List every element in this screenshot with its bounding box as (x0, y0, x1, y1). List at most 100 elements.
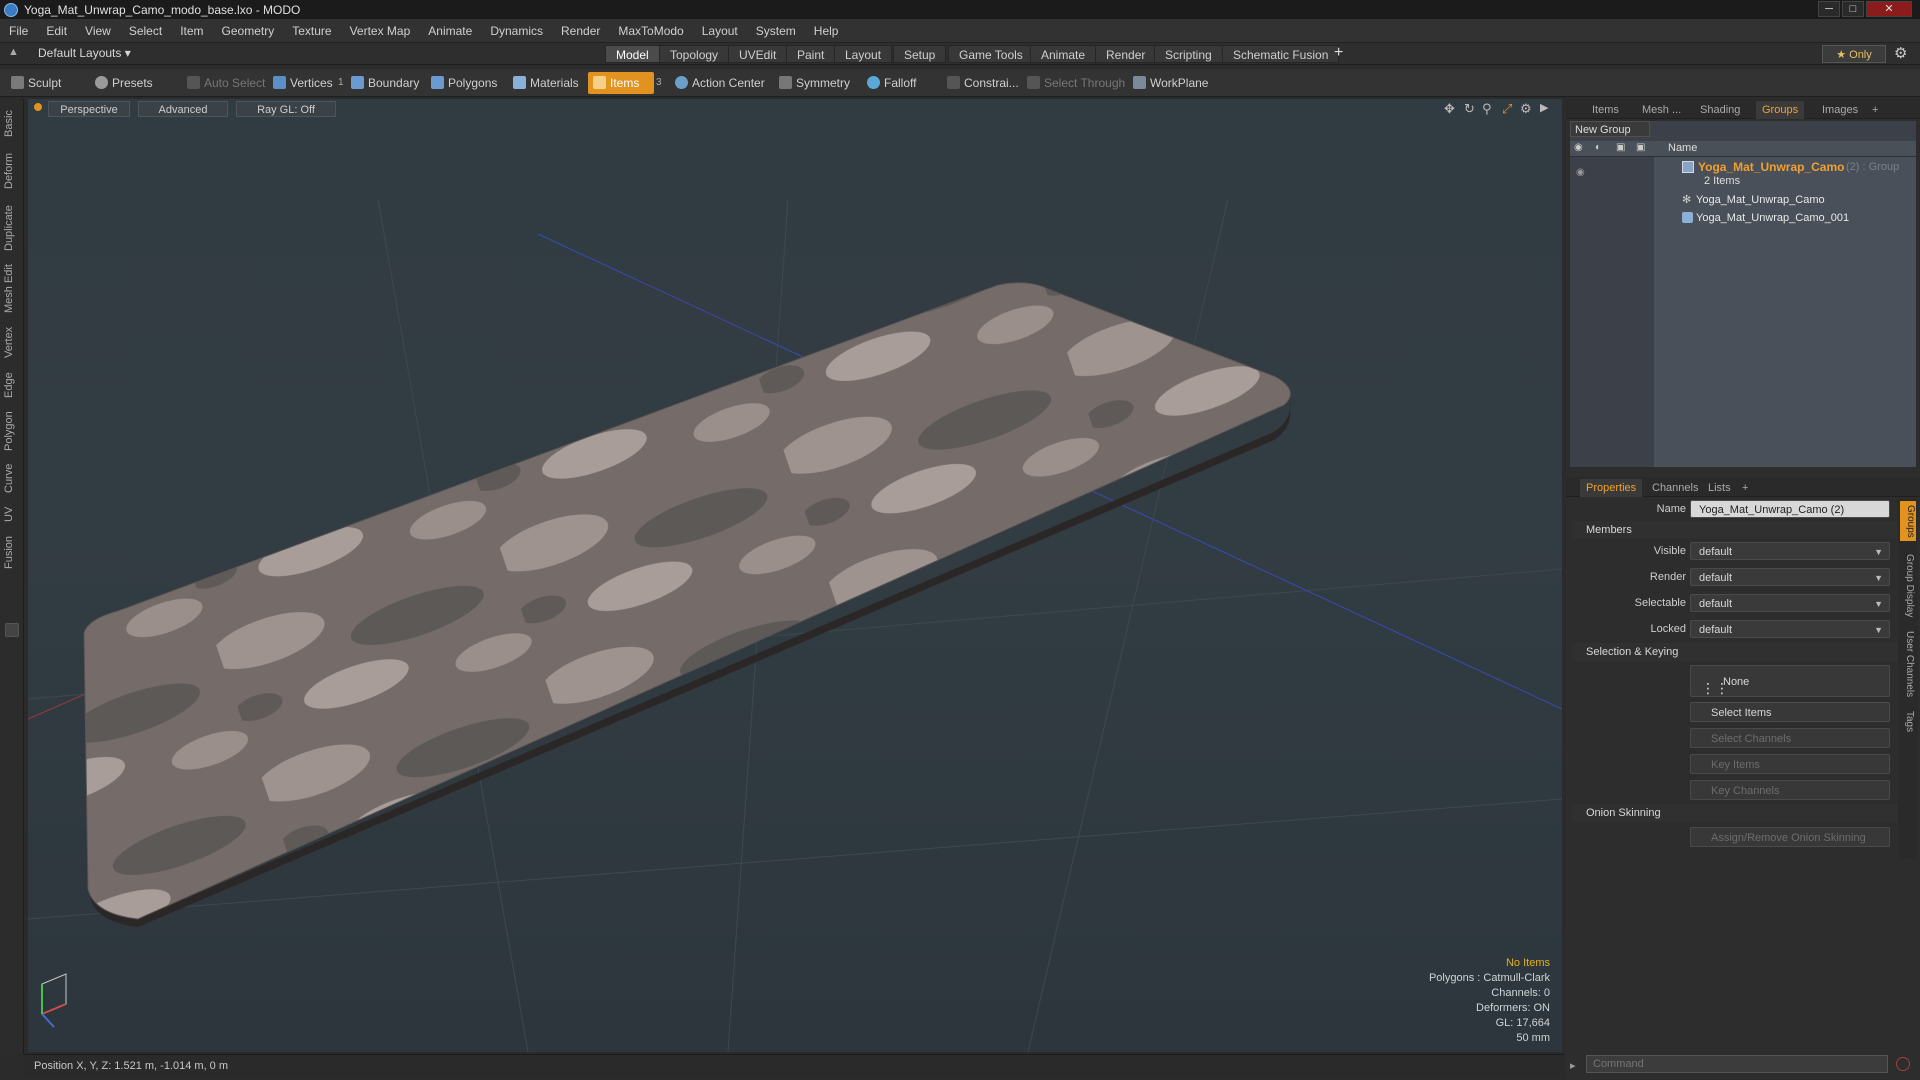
sculpt-button[interactable]: Sculpt (6, 72, 67, 94)
menu-system[interactable]: System (747, 24, 805, 38)
tab-shading[interactable]: Shading (1694, 101, 1746, 119)
close-button[interactable]: ✕ (1866, 1, 1912, 17)
selection-keying-section[interactable]: Selection & Keying (1572, 643, 1912, 661)
tab-topology[interactable]: Topology (659, 45, 730, 63)
yoga-mat-mesh[interactable] (83, 282, 1291, 920)
add-properties-tab-button[interactable]: + (1736, 479, 1754, 497)
minimize-button[interactable]: ─ (1818, 1, 1840, 17)
select-items-button[interactable]: Select Items (1690, 702, 1890, 722)
vtab-polygon[interactable]: Polygon (3, 407, 21, 455)
group-row[interactable]: ◉ Yoga_Mat_Unwrap_Camo (2) : Group 2 Ite… (1570, 159, 1916, 189)
none-selection-set[interactable]: ⋮⋮ None (1690, 665, 1890, 697)
vtab-curve[interactable]: Curve (3, 459, 21, 497)
vtab-basic[interactable]: Basic (3, 105, 21, 143)
rotate-view-icon[interactable]: ↻ (1464, 101, 1475, 117)
menu-item[interactable]: Item (171, 24, 212, 38)
render-dropdown[interactable]: default ▼ (1690, 568, 1890, 586)
select-channels-button[interactable]: Select Channels (1690, 728, 1890, 748)
3d-viewport[interactable]: No Items Polygons : Catmull-Clark Channe… (28, 99, 1562, 1052)
side-tab-group-display[interactable]: Group Display (1901, 551, 1915, 621)
tab-render[interactable]: Render (1095, 45, 1157, 63)
tab-mesh[interactable]: Mesh ... (1636, 101, 1687, 119)
vtab-deform[interactable]: Deform (3, 147, 21, 195)
vtab-duplicate[interactable]: Duplicate (3, 199, 21, 257)
vertices-button[interactable]: Vertices (268, 72, 339, 94)
visibility-eye-icon[interactable]: ◉ (1576, 167, 1585, 178)
menu-maxtomodo[interactable]: MaxToModo (609, 24, 692, 38)
menu-vertex-map[interactable]: Vertex Map (341, 24, 420, 38)
vtab-uv[interactable]: UV (3, 501, 21, 527)
tab-items[interactable]: Items (1586, 101, 1625, 119)
side-tab-groups[interactable]: Groups (1900, 501, 1916, 541)
tab-scripting[interactable]: Scripting (1154, 45, 1223, 63)
presets-button[interactable]: Presets (90, 72, 159, 94)
selectable-dropdown[interactable]: default ▼ (1690, 594, 1890, 612)
onion-skinning-section[interactable]: Onion Skinning (1572, 804, 1912, 822)
vtab-edge[interactable]: Edge (3, 367, 21, 403)
materials-button[interactable]: Materials (508, 72, 585, 94)
fit-view-icon[interactable]: ⤢ (1502, 101, 1512, 117)
key-items-button[interactable]: Key Items (1690, 754, 1890, 774)
list-item[interactable]: ✻ Yoga_Mat_Unwrap_Camo (1654, 191, 1916, 209)
command-input[interactable] (1586, 1055, 1888, 1073)
tab-game-tools[interactable]: Game Tools (948, 45, 1034, 63)
raygl-button[interactable]: Ray GL: Off (236, 101, 336, 117)
polygons-button[interactable]: Polygons (426, 72, 503, 94)
select-through-button[interactable]: Select Through (1022, 72, 1131, 94)
side-tab-tags[interactable]: Tags (1901, 707, 1915, 737)
move-view-icon[interactable]: ✥ (1444, 101, 1455, 117)
side-tab-user-channels[interactable]: User Channels (1901, 627, 1915, 701)
auto-select-button[interactable]: Auto Select (182, 72, 271, 94)
constraints-button[interactable]: Constrai... (942, 72, 1025, 94)
items-button[interactable]: Items (588, 72, 654, 94)
tab-channels[interactable]: Channels (1646, 479, 1704, 497)
assign-onion-skinning-button[interactable]: Assign/Remove Onion Skinning (1690, 827, 1890, 847)
gear-icon[interactable]: ⚙ (1894, 44, 1907, 62)
vtab-fusion[interactable]: Fusion (3, 531, 21, 573)
menu-edit[interactable]: Edit (37, 24, 76, 38)
tab-model[interactable]: Model (605, 45, 660, 63)
default-layouts-dropdown[interactable]: Default Layouts ▾ (38, 46, 131, 60)
workplane-button[interactable]: WorkPlane (1128, 72, 1214, 94)
collapse-icon[interactable]: ▲ (8, 46, 19, 58)
menu-dynamics[interactable]: Dynamics (481, 24, 552, 38)
menu-file[interactable]: File (0, 24, 37, 38)
vtab-mesh-edit[interactable]: Mesh Edit (3, 261, 21, 317)
menu-texture[interactable]: Texture (283, 24, 340, 38)
advanced-button[interactable]: Advanced (138, 101, 228, 117)
add-panel-tab-button[interactable]: + (1866, 101, 1884, 119)
key-channels-button[interactable]: Key Channels (1690, 780, 1890, 800)
new-group-button[interactable]: New Group (1570, 121, 1650, 137)
menu-select[interactable]: Select (120, 24, 171, 38)
vtab-vertex[interactable]: Vertex (3, 321, 21, 363)
tab-animate[interactable]: Animate (1030, 45, 1097, 63)
tab-setup[interactable]: Setup (893, 45, 947, 63)
perspective-button[interactable]: Perspective (48, 101, 130, 117)
tab-groups[interactable]: Groups (1756, 101, 1805, 119)
boundary-button[interactable]: Boundary (346, 72, 425, 94)
menu-layout[interactable]: Layout (693, 24, 747, 38)
only-toggle[interactable]: ★ Only (1822, 45, 1886, 63)
name-field[interactable]: Yoga_Mat_Unwrap_Camo (2) (1690, 500, 1890, 518)
tab-layout[interactable]: Layout (834, 45, 893, 63)
tab-uvedit[interactable]: UVEdit (728, 45, 788, 63)
members-section[interactable]: Members (1572, 521, 1912, 539)
viewport-expand-icon[interactable]: ▶ (1540, 101, 1548, 114)
viewport-settings-icon[interactable]: ⚙ (1520, 101, 1532, 117)
tab-images[interactable]: Images (1816, 101, 1864, 119)
tab-properties[interactable]: Properties (1580, 479, 1643, 497)
visible-dropdown[interactable]: default ▼ (1690, 542, 1890, 560)
falloff-button[interactable]: Falloff (862, 72, 922, 94)
menu-view[interactable]: View (76, 24, 120, 38)
tab-lists[interactable]: Lists (1702, 479, 1737, 497)
menu-animate[interactable]: Animate (419, 24, 481, 38)
expand-toggle-icon[interactable] (5, 623, 19, 637)
list-item[interactable]: Yoga_Mat_Unwrap_Camo_001 (1654, 209, 1916, 227)
action-center-button[interactable]: Action Center (670, 72, 771, 94)
add-tab-button[interactable]: + (1334, 44, 1343, 62)
record-icon[interactable] (1896, 1057, 1910, 1071)
zoom-view-icon[interactable]: ⚲ (1482, 101, 1492, 117)
menu-help[interactable]: Help (805, 24, 848, 38)
menu-geometry[interactable]: Geometry (213, 24, 284, 38)
symmetry-button[interactable]: Symmetry (774, 72, 856, 94)
